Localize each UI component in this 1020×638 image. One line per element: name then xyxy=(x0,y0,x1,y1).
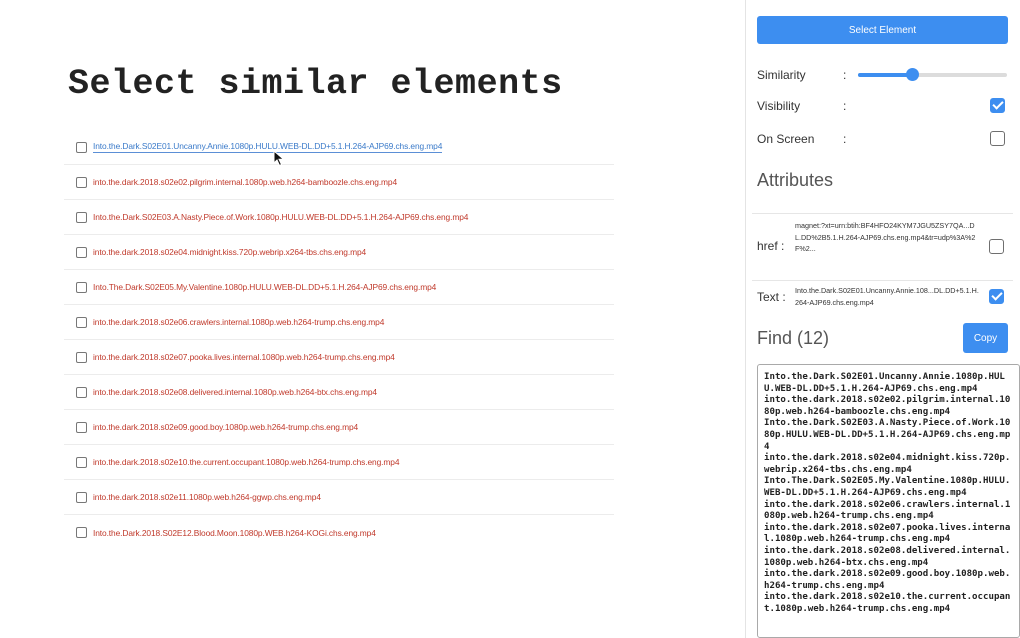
file-checkbox[interactable] xyxy=(76,527,87,538)
select-element-button[interactable]: Select Element xyxy=(757,16,1008,44)
mouse-pointer-icon xyxy=(273,150,285,167)
selector-panel: Select Element Similarity : Visibility :… xyxy=(745,0,1020,638)
file-link[interactable]: into.the.dark.2018.s02e08.delivered.inte… xyxy=(93,387,377,397)
file-row: into.the.dark.2018.s02e02.pilgrim.intern… xyxy=(64,165,614,200)
file-checkbox[interactable] xyxy=(76,246,87,258)
file-link[interactable]: into.the.dark.2018.s02e02.pilgrim.intern… xyxy=(93,177,397,187)
attribute-key: Text : xyxy=(757,290,786,304)
file-link[interactable]: into.the.dark.2018.s02e04.midnight.kiss.… xyxy=(93,247,366,257)
visibility-colon: : xyxy=(843,99,847,113)
text-attribute-checkbox[interactable] xyxy=(989,289,1004,304)
visibility-checkbox[interactable] xyxy=(990,98,1005,113)
find-results-textarea[interactable]: Into.the.Dark.S02E01.Uncanny.Annie.1080p… xyxy=(757,364,1020,638)
file-row: into.the.dark.2018.s02e09.good.boy.1080p… xyxy=(64,410,614,445)
slider-fill xyxy=(858,73,912,77)
file-row: into.the.dark.2018.s02e07.pooka.lives.in… xyxy=(64,340,614,375)
file-checkbox[interactable] xyxy=(76,491,87,503)
on-screen-checkbox[interactable] xyxy=(990,131,1005,146)
attribute-row-href: href : magnet:?xt=urn:btih:BF4HFO24KYM7J… xyxy=(752,213,1013,280)
file-row: into.the.dark.2018.s02e06.crawlers.inter… xyxy=(64,305,614,340)
file-checkbox[interactable] xyxy=(76,386,87,398)
file-link[interactable]: into.the.dark.2018.s02e11.1080p.web.h264… xyxy=(93,492,321,502)
file-link[interactable]: Into.the.Dark.S02E01.Uncanny.Annie.1080p… xyxy=(93,141,442,153)
similarity-colon: : xyxy=(843,68,847,82)
file-link[interactable]: into.the.dark.2018.s02e06.crawlers.inter… xyxy=(93,317,384,327)
attribute-value: Into.the.Dark.S02E01.Uncanny.Annie.108..… xyxy=(795,286,979,307)
on-screen-label: On Screen xyxy=(757,132,815,146)
file-checkbox[interactable] xyxy=(76,456,87,468)
main-page: Select similar elements Into.the.Dark.S0… xyxy=(0,0,745,638)
visibility-label: Visibility xyxy=(757,99,801,113)
file-checkbox[interactable] xyxy=(76,211,87,223)
page-title: Select similar elements xyxy=(68,64,563,104)
on-screen-colon: : xyxy=(843,132,847,146)
file-row: into.the.dark.2018.s02e11.1080p.web.h264… xyxy=(64,480,614,515)
find-count-heading: Find (12) xyxy=(757,328,830,348)
file-link[interactable]: into.the.dark.2018.s02e07.pooka.lives.in… xyxy=(93,352,395,362)
file-checkbox[interactable] xyxy=(76,176,87,188)
file-row: Into.the.Dark.S02E01.Uncanny.Annie.1080p… xyxy=(64,130,614,165)
attribute-row-text: Text : Into.the.Dark.S02E01.Uncanny.Anni… xyxy=(752,280,1013,314)
file-checkbox[interactable] xyxy=(76,316,87,328)
file-row: Into.The.Dark.S02E05.My.Valentine.1080p.… xyxy=(64,270,614,305)
file-link[interactable]: Into.the.Dark.2018.S02E12.Blood.Moon.108… xyxy=(93,528,376,538)
file-checkbox[interactable] xyxy=(76,351,87,363)
file-checkbox[interactable] xyxy=(76,421,87,433)
file-checkbox[interactable] xyxy=(76,281,87,293)
attribute-key: href : xyxy=(757,239,785,253)
attributes-heading: Attributes xyxy=(757,170,834,190)
copy-button[interactable]: Copy xyxy=(963,323,1008,353)
file-link[interactable]: into.the.dark.2018.s02e10.the.current.oc… xyxy=(93,457,399,467)
file-row: into.the.dark.2018.s02e08.delivered.inte… xyxy=(64,375,614,410)
file-row: into.the.dark.2018.s02e04.midnight.kiss.… xyxy=(64,235,614,270)
file-row: Into.the.Dark.S02E03.A.Nasty.Piece.of.Wo… xyxy=(64,200,614,235)
file-row: Into.the.Dark.2018.S02E12.Blood.Moon.108… xyxy=(64,515,614,550)
file-row: into.the.dark.2018.s02e10.the.current.oc… xyxy=(64,445,614,480)
slider-thumb[interactable] xyxy=(905,68,919,81)
file-link[interactable]: Into.The.Dark.S02E05.My.Valentine.1080p.… xyxy=(93,282,436,292)
file-checkbox[interactable] xyxy=(76,141,87,153)
similarity-slider[interactable] xyxy=(858,68,1007,82)
href-attribute-checkbox[interactable] xyxy=(989,239,1004,254)
file-link[interactable]: Into.the.Dark.S02E03.A.Nasty.Piece.of.Wo… xyxy=(93,212,468,222)
file-link[interactable]: into.the.dark.2018.s02e09.good.boy.1080p… xyxy=(93,422,358,432)
attribute-value: magnet:?xt=urn:btih:BF4HFO24KYM7JGU5ZSY7… xyxy=(795,221,976,253)
similarity-label: Similarity xyxy=(757,68,806,82)
file-list: Into.the.Dark.S02E01.Uncanny.Annie.1080p… xyxy=(64,130,614,550)
